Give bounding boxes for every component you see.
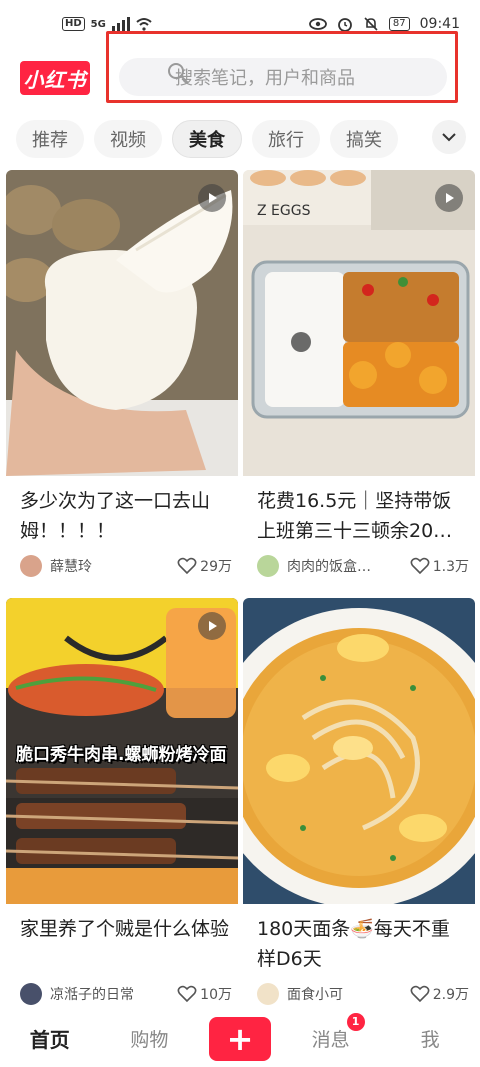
card-image xyxy=(243,598,475,904)
video-play-button[interactable] xyxy=(198,184,226,212)
like-count: 1.3万 xyxy=(432,559,469,575)
like-count: 10万 xyxy=(200,987,232,1003)
like-count: 2.9万 xyxy=(432,987,469,1003)
clock: 09:41 xyxy=(419,16,460,32)
heart-icon xyxy=(177,557,197,575)
nav-shop[interactable]: 购物 xyxy=(109,1025,189,1052)
search-highlight-box: 搜索笔记，用户和商品 xyxy=(106,31,458,103)
messages-badge: 1 xyxy=(346,1013,365,1031)
category-tabs: 推荐 视频 美食 旅行 搞笑 xyxy=(0,116,480,162)
avatar xyxy=(257,555,279,577)
feed-card[interactable]: 多少次为了这一口去山姆！！！！ 薛慧玲 29万 xyxy=(6,170,238,588)
card-meta: 面食小可 2.9万 xyxy=(257,981,469,1007)
more-tabs-button[interactable] xyxy=(432,120,466,154)
status-left: HD 5G xyxy=(62,17,152,31)
eye-icon xyxy=(309,18,327,30)
nav-me[interactable]: 我 xyxy=(390,1025,470,1052)
noodle-photo xyxy=(243,598,475,904)
heart-icon xyxy=(410,985,430,1003)
nav-messages-label: 消息 xyxy=(311,1029,350,1051)
feed-card[interactable]: Z EGGS 花费16.5元｜坚持带饭上班第三十三顿余20… 肉肉的饭盒… 1.… xyxy=(243,170,475,588)
mute-bell-icon xyxy=(364,17,378,31)
video-play-button[interactable] xyxy=(198,612,226,640)
lunchbox-photo: Z EGGS xyxy=(243,170,475,476)
like-button[interactable]: 10万 xyxy=(177,984,232,1004)
card-meta: 薛慧玲 29万 xyxy=(20,553,232,579)
svg-text:Z EGGS: Z EGGS xyxy=(257,203,311,219)
card-meta: 凉湉子的日常 10万 xyxy=(20,981,232,1007)
hd-badge: HD xyxy=(62,17,85,31)
signal-label: 5G xyxy=(90,18,106,30)
wifi-icon xyxy=(136,18,152,31)
search-icon xyxy=(168,63,188,83)
avatar xyxy=(257,983,279,1005)
tab-travel[interactable]: 旅行 xyxy=(252,120,320,158)
nav-messages[interactable]: 消息 1 xyxy=(291,1013,371,1052)
signal-icon xyxy=(111,17,130,31)
card-title: 家里养了个贼是什么体验 xyxy=(20,918,230,940)
author-name[interactable]: 肉肉的饭盒… xyxy=(287,556,410,576)
video-play-button[interactable] xyxy=(435,184,463,212)
tab-food[interactable]: 美食 xyxy=(172,120,242,158)
author-name[interactable]: 凉湉子的日常 xyxy=(50,984,177,1004)
play-icon xyxy=(209,193,217,203)
feed-card[interactable]: 180天面条🍜每天不重样D6天 面食小可 2.9万 xyxy=(243,598,475,1010)
like-count: 29万 xyxy=(200,559,232,575)
chevron-down-icon xyxy=(442,133,456,142)
tab-funny[interactable]: 搞笑 xyxy=(330,120,398,158)
mochi-photo xyxy=(6,170,238,476)
card-image xyxy=(6,170,238,476)
author-name[interactable]: 薛慧玲 xyxy=(50,556,177,576)
card-title: 多少次为了这一口去山姆！！！！ xyxy=(20,490,211,542)
card-image: Z EGGS xyxy=(243,170,475,476)
avatar xyxy=(20,555,42,577)
publish-button[interactable]: + xyxy=(208,1016,271,1061)
tab-recommend[interactable]: 推荐 xyxy=(16,120,84,158)
status-right: 87 09:41 xyxy=(309,16,460,32)
card-meta: 肉肉的饭盒… 1.3万 xyxy=(257,553,469,579)
card-title: 花费16.5元｜坚持带饭上班第三十三顿余20… xyxy=(257,490,453,542)
tab-video[interactable]: 视频 xyxy=(94,120,162,158)
play-icon xyxy=(446,193,454,203)
avatar xyxy=(20,983,42,1005)
app-logo: 小红书 xyxy=(20,61,90,95)
heart-icon xyxy=(410,557,430,575)
bottom-nav: 首页 购物 + 消息 1 我 xyxy=(0,1010,480,1067)
author-name[interactable]: 面食小可 xyxy=(287,984,410,1004)
heart-icon xyxy=(177,985,197,1003)
nav-home[interactable]: 首页 xyxy=(10,1024,90,1053)
card-title: 180天面条🍜每天不重样D6天 xyxy=(257,918,450,970)
video-caption-overlay: 脆口秀牛肉串.螺蛳粉烤冷面 xyxy=(16,745,227,765)
like-button[interactable]: 1.3万 xyxy=(410,556,469,576)
like-button[interactable]: 2.9万 xyxy=(410,984,469,1004)
alarm-icon xyxy=(338,18,352,32)
feed-card[interactable]: 脆口秀牛肉串.螺蛳粉烤冷面 家里养了个贼是什么体验 凉湉子的日常 10万 xyxy=(6,598,238,1010)
battery-indicator: 87 xyxy=(388,17,410,31)
like-button[interactable]: 29万 xyxy=(177,556,232,576)
play-icon xyxy=(209,621,217,631)
